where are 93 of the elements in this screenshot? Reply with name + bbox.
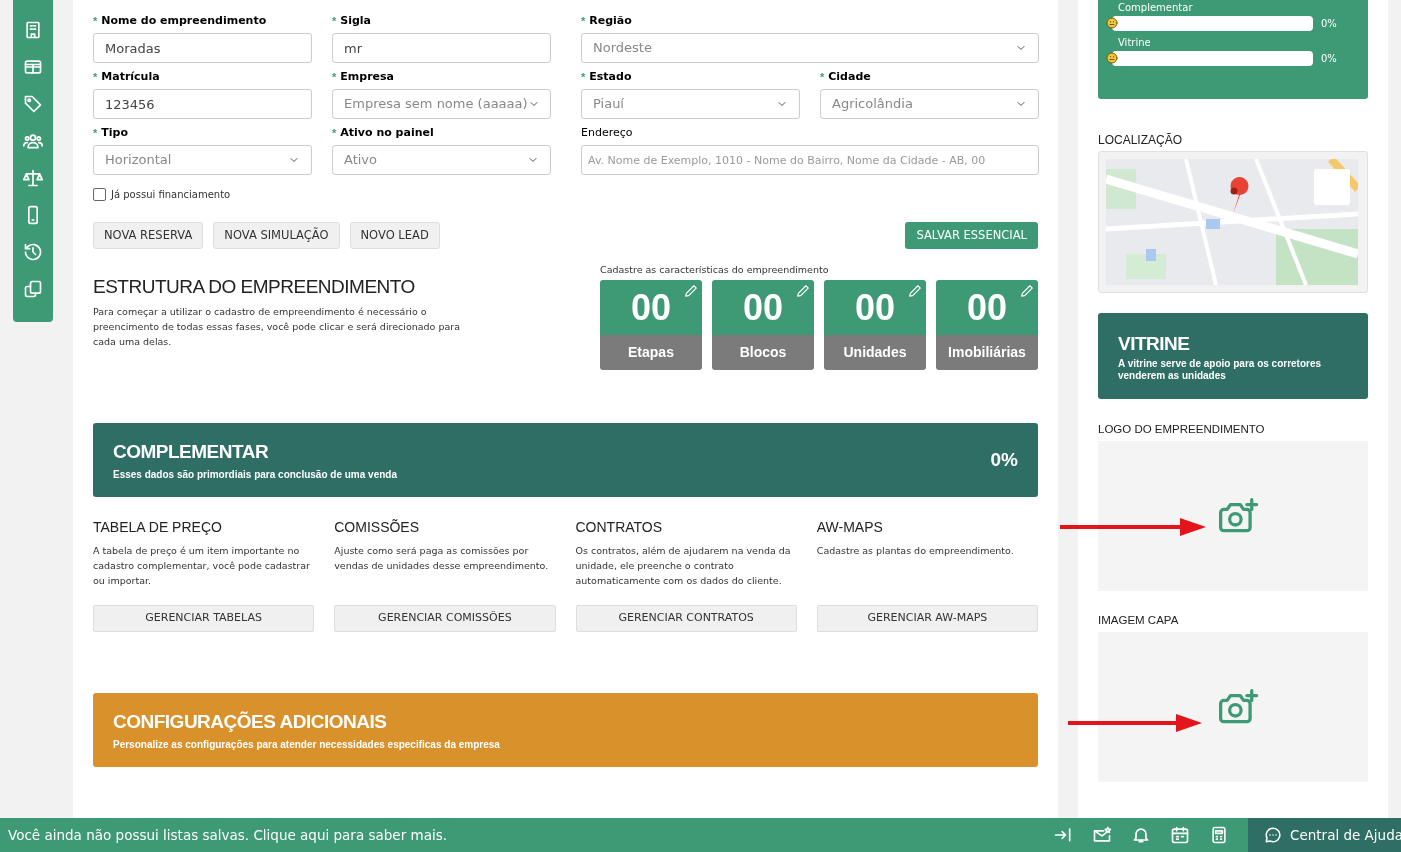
section-heading: CONTRATOS [575, 518, 664, 537]
calculator-icon[interactable] [1209, 825, 1229, 845]
prompt-text: Cadastre as características do empreendimento [600, 263, 830, 277]
tag-icon[interactable] [23, 94, 43, 114]
required-mark: * [820, 70, 825, 86]
select-field[interactable]: Ativo [332, 145, 551, 175]
required-mark: * [93, 70, 98, 86]
required-mark: * [332, 70, 337, 86]
image-upload-area[interactable] [1098, 632, 1368, 782]
section-text: Ajuste como será paga as comissões por vendas de unidades desse empreendimento. [334, 544, 550, 573]
checkbox-label: Já possui financiamento [111, 188, 231, 202]
building-icon[interactable] [23, 20, 43, 40]
field-label: Tipo [101, 125, 128, 142]
counter-label: Unidades [843, 343, 907, 362]
copy-icon[interactable] [23, 279, 43, 299]
banner-subtitle: Esses dados são primordiais para conclusão de uma venda [113, 467, 397, 482]
field-label: Nome do empreendimento [101, 13, 267, 30]
input-field[interactable]: Av. Nome de Exemplo, 1010 - Nome do Bairro, Nome da Cidade - AB, 00 [581, 145, 1039, 175]
progress-label: Complementar [1117, 1, 1194, 14]
banner-title: CONFIGURAÇÕES ADICIONAIS [113, 710, 388, 735]
field-label: Matrícula [101, 69, 160, 86]
required-mark: * [332, 14, 337, 30]
progress-reading: 0% [1321, 16, 1338, 31]
field-label: Endereço [581, 125, 633, 142]
field-label: Sigla [340, 13, 372, 30]
field-label: Empresa [340, 69, 394, 86]
image-upload-area[interactable] [1098, 441, 1368, 591]
action-button[interactable]: NOVA RESERVA [93, 222, 204, 249]
section-description: Para começar a utilizar o cadastro de empreendimento é necessário o preencimento de todas essas fases, você pode clicar e será direcionado para cada uma delas. [93, 304, 462, 349]
section-title: LOGO DO EMPREENDIMENTO [1098, 422, 1266, 437]
chat-icon [1264, 826, 1282, 844]
select-field[interactable]: Empresa sem nome (aaaaa) [332, 89, 551, 119]
section-text: Os contratos, além de ajudarem na venda da unidade, ele preenche o contrato automaticamente com os dados do cliente. [575, 544, 792, 588]
section-title: ESTRUTURA DO EMPREENDIMENTO [93, 275, 416, 299]
scale-icon[interactable] [23, 168, 43, 188]
calendar-icon[interactable] [1170, 825, 1190, 845]
select-field[interactable]: Horizontal [93, 145, 312, 175]
checkbox[interactable] [93, 188, 106, 201]
banner-subtitle: Personalize as configurações para atender necessidades especificas da empresa [113, 737, 501, 752]
pencil-icon[interactable] [796, 284, 810, 298]
input-field[interactable]: Moradas [93, 33, 312, 63]
manage-button[interactable]: GERENCIAR AW-MAPS [816, 605, 1038, 632]
action-button[interactable]: NOVA SIMULAÇÃO [213, 222, 340, 249]
required-mark: * [93, 126, 98, 142]
required-mark: * [332, 126, 337, 142]
collapse-icon[interactable] [1053, 825, 1073, 845]
help-button[interactable]: Central de Ajuda [1248, 818, 1401, 852]
field-label: Cidade [828, 69, 871, 86]
save-button[interactable]: SALVAR ESSENCIAL [905, 222, 1038, 249]
history-icon[interactable] [23, 242, 43, 262]
pencil-icon[interactable] [908, 284, 922, 298]
required-mark: * [581, 14, 586, 30]
counter-value: 00 [854, 285, 895, 330]
manage-button[interactable]: GERENCIAR COMISSÕES [334, 605, 556, 632]
required-mark: * [93, 14, 98, 30]
section-heading: COMISSÕES [334, 518, 421, 537]
counter-label: Blocos [739, 343, 787, 362]
counter-label: Etapas [628, 343, 674, 362]
counter-value: 00 [630, 285, 671, 330]
manage-button[interactable]: GERENCIAR TABELAS [93, 605, 315, 632]
field-label: Estado [589, 69, 632, 86]
status-message-link[interactable]: Você ainda não possui listas salvas. Clique aqui para saber mais. [0, 824, 447, 846]
section-heading: AW-MAPS [816, 518, 884, 537]
required-mark: * [581, 70, 586, 86]
table-icon[interactable] [23, 57, 43, 77]
section-title: IMAGEM CAPA [1098, 613, 1180, 628]
people-icon[interactable] [23, 131, 43, 151]
field-label: Região [589, 13, 632, 30]
input-field[interactable]: mr [332, 33, 551, 63]
progress-label: Vitrine [1117, 36, 1152, 49]
percent-text: 0% [990, 447, 1018, 472]
banner-title: COMPLEMENTAR [113, 440, 270, 465]
counter-value: 00 [966, 285, 1007, 330]
input-field[interactable]: 123456 [93, 89, 312, 119]
manage-button[interactable]: GERENCIAR CONTRATOS [575, 605, 797, 632]
section-heading: TABELA DE PREÇO [93, 518, 223, 537]
banner-subtitle: A vitrine serve de apoio para os corretores venderem as unidades [1118, 358, 1323, 383]
select-field[interactable]: Piauí [581, 89, 800, 119]
counter-label: Imobiliárias [948, 343, 1026, 362]
action-button[interactable]: NOVO LEAD [349, 222, 440, 249]
section-text: A tabela de preço é um item importante no cadastro complementar, você pode cadastrar ou importar. [93, 544, 311, 588]
mail-star-icon[interactable] [1092, 825, 1112, 845]
select-field[interactable]: Nordeste [581, 33, 1039, 63]
counter-value: 00 [742, 285, 783, 330]
section-text: Cadastre as plantas do empreendimento. [816, 544, 1015, 558]
progress-reading: 0% [1321, 51, 1338, 66]
field-label: Ativo no painel [340, 125, 434, 142]
pencil-icon[interactable] [684, 284, 698, 298]
banner-title: VITRINE [1118, 331, 1191, 356]
pencil-icon[interactable] [1020, 284, 1034, 298]
bell-icon[interactable] [1131, 825, 1151, 845]
section-title: LOCALIZAÇÃO [1098, 132, 1184, 149]
select-field[interactable]: Agricolândia [820, 89, 1039, 119]
